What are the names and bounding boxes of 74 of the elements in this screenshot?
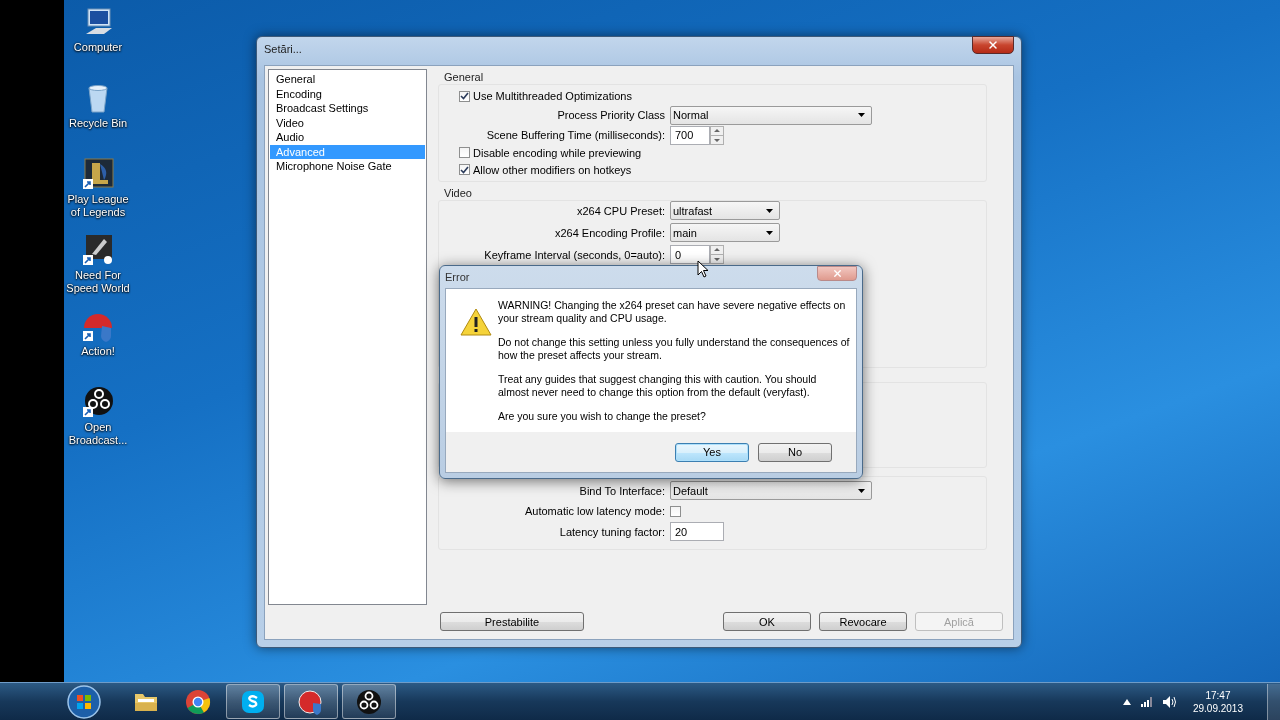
dialog-button[interactable]: Yes (675, 442, 749, 462)
signal-icon[interactable] (1140, 696, 1153, 707)
number-field[interactable]: 700 (670, 125, 710, 145)
desktop-icon-label[interactable]: Action! (81, 345, 115, 358)
field-label: Scene Buffering Time (milliseconds): (485, 129, 665, 142)
field-label: x264 CPU Preset: (575, 204, 665, 217)
show-desktop-button[interactable] (1267, 683, 1280, 720)
caret-icon (858, 488, 865, 493)
dialog-button[interactable]: OK (723, 612, 811, 631)
checkbox-label: Allow other modifiers on hotkeys (473, 163, 632, 176)
spin-buttons-icon[interactable] (710, 125, 724, 145)
record-app-icon (297, 688, 325, 715)
checkbox-label: Disable encoding while previewing (473, 146, 642, 159)
desktop-icon-label[interactable]: Play League of Legends (64, 193, 132, 219)
dialog-message: WARNING! Changing the x264 preset can have severe negative effects on your stream quality and CPU usage. (498, 299, 847, 325)
group-title: Video (444, 187, 472, 200)
nav-item[interactable]: Broadcast Settings (270, 101, 425, 116)
checkbox[interactable] (459, 164, 470, 176)
text-field[interactable]: 20 (670, 522, 724, 541)
caret-icon (766, 208, 773, 213)
dropdown[interactable]: Normal (670, 105, 872, 125)
caret-icon (858, 113, 865, 118)
dropdown[interactable]: ultrafast (670, 201, 780, 220)
dropdown[interactable]: Default (670, 481, 872, 500)
checkbox-label: Use Multithreaded Optimizations (473, 90, 632, 103)
warning-icon (460, 307, 492, 337)
dialog-message: Treat any guides that suggest changing this with caution. You should almost never need to change this option from the default (veryfast). (498, 373, 818, 399)
dropdown[interactable]: main (670, 223, 780, 242)
desktop-icon-label[interactable]: Open Broadcast... (64, 421, 132, 447)
field-label: x264 Encoding Profile: (553, 226, 665, 239)
number-field[interactable]: 0 (670, 245, 710, 264)
spin-buttons-icon[interactable] (710, 245, 724, 264)
browser-icon (185, 688, 211, 715)
dialog-button[interactable]: No (758, 442, 832, 462)
field-label: Keyframe Interval (seconds, 0=auto): (483, 248, 665, 261)
nav-item[interactable]: Audio (270, 130, 425, 145)
caret-icon (766, 230, 773, 235)
dialog-button[interactable]: Revocare (819, 612, 907, 631)
group-title: General (444, 71, 484, 84)
close-icon (987, 39, 999, 51)
nav-item[interactable]: General (270, 72, 425, 87)
nav-item[interactable]: Encoding (270, 86, 425, 101)
obs-shortcut-icon (82, 386, 114, 418)
checkbox[interactable] (459, 147, 470, 159)
window-title: Setări... (264, 43, 302, 55)
nav-item[interactable]: Microphone Noise Gate (270, 159, 425, 174)
field-label: Process Priority Class (556, 109, 665, 122)
tray-expand-icon[interactable] (1122, 698, 1131, 705)
field-label: Automatic low latency mode: (524, 505, 665, 517)
chat-app-icon (240, 688, 266, 715)
close-button[interactable] (972, 36, 1014, 54)
dialog-message: Are you sure you wish to change the preset? (498, 410, 707, 423)
cursor-icon (697, 260, 709, 278)
clock-time[interactable]: 17:47 (1205, 688, 1231, 702)
obs-app-icon (356, 688, 382, 715)
game-shortcut-icon (82, 158, 114, 190)
desktop-icon-label[interactable]: Computer (73, 41, 123, 54)
desktop-icon-label[interactable]: Need For Speed World (64, 269, 132, 295)
checkbox[interactable] (459, 90, 470, 102)
speaker-icon[interactable] (1162, 695, 1177, 708)
desktop-icon-label[interactable]: Recycle Bin (68, 117, 128, 130)
dialog-message: Do not change this setting unless you fully understand the consequences of how the preset affects your stream. (498, 336, 850, 362)
clock-date[interactable]: 29.09.2013 (1192, 701, 1243, 715)
close-icon (831, 268, 843, 279)
dialog-title: Error (445, 271, 470, 283)
start-button-icon[interactable] (64, 683, 104, 720)
dialog-button[interactable]: Prestabilite (440, 612, 584, 631)
car-shortcut-icon (82, 234, 114, 266)
field-label: Latency tuning factor: (558, 525, 665, 538)
field-label: Bind To Interface: (578, 484, 665, 497)
taskbar-button[interactable] (226, 684, 280, 719)
checkbox[interactable] (670, 505, 681, 517)
nav-item[interactable]: Video (270, 115, 425, 130)
taskbar-button[interactable] (342, 684, 396, 719)
